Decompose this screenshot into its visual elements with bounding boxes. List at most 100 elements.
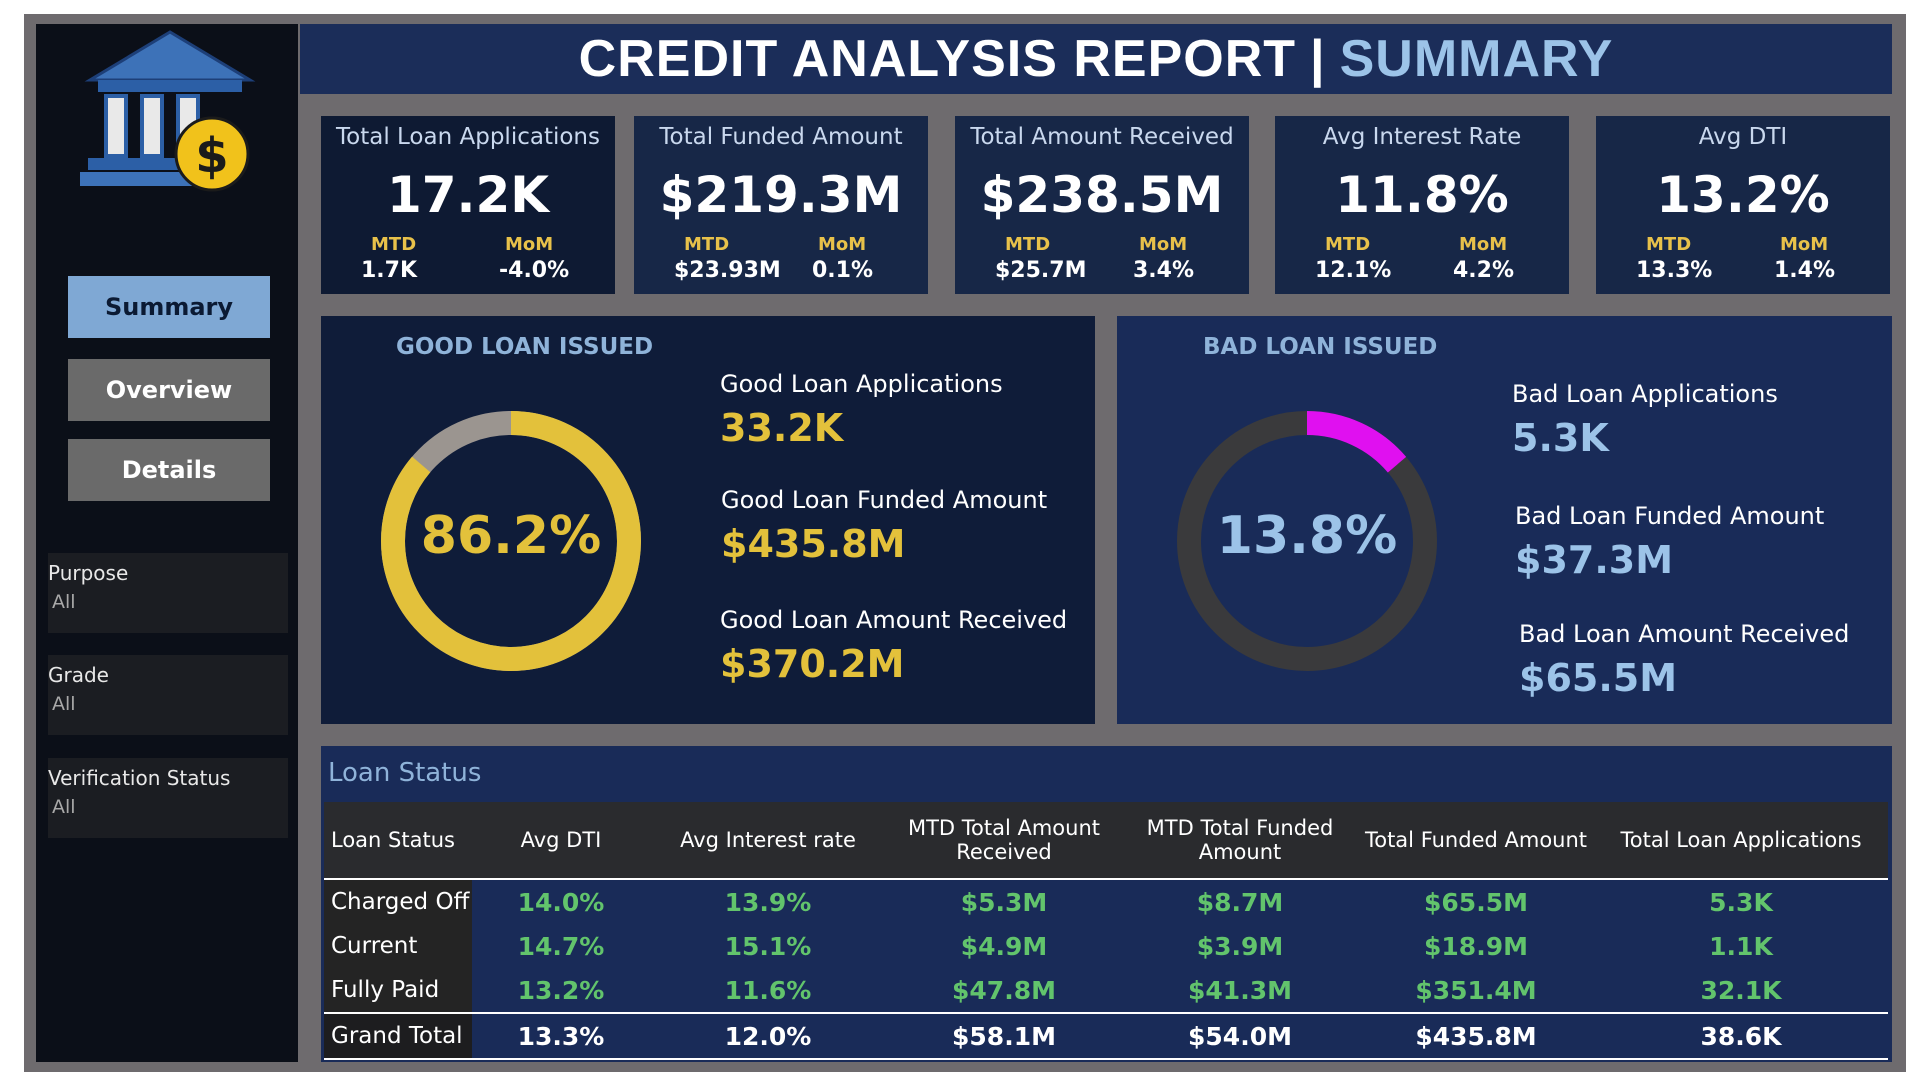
kpi-value: 11.8%	[1335, 166, 1509, 224]
table-row: Current 14.7% 15.1% $4.9M $3.9M $18.9M 1…	[324, 924, 1888, 968]
kpi-mtd-label: MTD	[1325, 234, 1371, 255]
bank-dollar-icon: $	[80, 30, 256, 192]
row-label: Charged Off	[324, 879, 472, 924]
table-cell: $18.9M	[1424, 931, 1528, 961]
column-header[interactable]: Total Loan Applications	[1594, 802, 1888, 880]
bad-applications-value: 5.3K	[1512, 416, 1609, 460]
bad-loan-panel: BAD LOAN ISSUED 13.8% Bad Loan Applicati…	[1117, 316, 1892, 724]
title-separator: |	[1310, 30, 1326, 88]
table-cell: $8.7M	[1196, 887, 1284, 917]
filter-verification-label: Verification Status	[48, 766, 231, 790]
filter-grade-label: Grade	[48, 663, 109, 687]
nav-details-button[interactable]: Details	[68, 439, 270, 501]
filter-grade[interactable]: Grade All	[48, 655, 288, 735]
table-header-row: Loan Status Avg DTI Avg Interest rate MT…	[324, 802, 1888, 880]
kpi-title: Avg DTI	[1698, 124, 1788, 150]
kpi-mtd-value: $25.7M	[995, 258, 1087, 283]
kpi-mtd-value: 12.1%	[1315, 258, 1392, 283]
table-cell: 13.3%	[472, 1012, 650, 1060]
table-cell: $4.9M	[960, 931, 1048, 961]
table-cell: 13.9%	[724, 887, 812, 917]
kpi-mom-label: MoM	[1459, 234, 1508, 255]
table-row: Charged Off 14.0% 13.9% $5.3M $8.7M $65.…	[324, 879, 1888, 924]
table-cell: 32.1K	[1700, 975, 1782, 1005]
good-received-value: $370.2M	[720, 642, 905, 686]
filter-grade-value[interactable]: All	[52, 693, 288, 715]
kpi-title: Total Amount Received	[970, 124, 1234, 150]
kpi-value: $238.5M	[980, 166, 1224, 224]
table-cell: $54.0M	[1122, 1012, 1358, 1060]
filter-verification-value[interactable]: All	[52, 796, 288, 818]
table-cell: 1.1K	[1709, 931, 1773, 961]
bad-funded-value: $37.3M	[1515, 538, 1674, 582]
nav-overview-button[interactable]: Overview	[68, 359, 270, 421]
table-cell: 14.7%	[517, 931, 605, 961]
kpi-mtd-value: 13.3%	[1636, 258, 1713, 283]
bad-received-label: Bad Loan Amount Received	[1519, 620, 1850, 648]
table-row: Fully Paid 13.2% 11.6% $47.8M $41.3M $35…	[324, 968, 1888, 1013]
table-cell: 11.6%	[724, 975, 812, 1005]
kpi-value: $219.3M	[659, 166, 903, 224]
kpi-title: Total Loan Applications	[336, 124, 600, 150]
table-cell: $435.8M	[1358, 1012, 1594, 1060]
bad-loan-percent: 13.8%	[1216, 506, 1398, 566]
good-funded-label: Good Loan Funded Amount	[721, 486, 1048, 514]
kpi-value: 13.2%	[1656, 166, 1830, 224]
kpi-avg-dti: Avg DTI 13.2% MTD MoM 13.3% 1.4%	[1596, 116, 1890, 294]
good-applications-value: 33.2K	[720, 406, 844, 450]
kpi-total-loan-applications: Total Loan Applications 17.2K MTD MoM 1.…	[321, 116, 615, 294]
kpi-mtd-value: 1.7K	[361, 258, 418, 283]
kpi-total-amount-received: Total Amount Received $238.5M MTD MoM $2…	[955, 116, 1249, 294]
kpi-mom-label: MoM	[1139, 234, 1188, 255]
column-header[interactable]: Total Funded Amount	[1358, 802, 1594, 880]
column-header[interactable]: Avg Interest rate	[650, 802, 886, 880]
kpi-mom-value: 0.1%	[812, 258, 874, 283]
column-header[interactable]: Avg DTI	[472, 802, 650, 880]
column-header[interactable]: Loan Status	[324, 802, 472, 880]
kpi-mom-value: -4.0%	[499, 258, 570, 283]
kpi-mtd-value: $23.93M	[674, 258, 781, 283]
row-label: Grand Total	[324, 1012, 472, 1060]
filter-purpose[interactable]: Purpose All	[48, 553, 288, 633]
filter-purpose-label: Purpose	[48, 561, 129, 585]
kpi-mtd-label: MTD	[1646, 234, 1692, 255]
table-cell: 13.2%	[517, 975, 605, 1005]
table-cell: $3.9M	[1196, 931, 1284, 961]
kpi-mtd-label: MTD	[371, 234, 417, 255]
table-cell: $351.4M	[1415, 975, 1537, 1005]
bad-funded-label: Bad Loan Funded Amount	[1515, 502, 1825, 530]
good-loan-percent: 86.2%	[420, 506, 602, 566]
good-loan-title: GOOD LOAN ISSUED	[396, 334, 654, 360]
kpi-title: Total Funded Amount	[659, 124, 903, 150]
loan-status-table: Loan Status Avg DTI Avg Interest rate MT…	[324, 802, 1888, 1060]
kpi-avg-interest-rate: Avg Interest Rate 11.8% MTD MoM 12.1% 4.…	[1275, 116, 1569, 294]
kpi-value: 17.2K	[386, 166, 550, 224]
page-title: CREDIT ANALYSIS REPORT | SUMMARY	[300, 24, 1892, 94]
kpi-mom-label: MoM	[1780, 234, 1829, 255]
column-header[interactable]: MTD Total Funded Amount	[1122, 802, 1358, 880]
column-header[interactable]: MTD Total Amount Received	[886, 802, 1122, 880]
table-cell: 5.3K	[1709, 887, 1773, 917]
row-label: Fully Paid	[324, 968, 472, 1013]
table-cell: $47.8M	[952, 975, 1056, 1005]
kpi-title: Avg Interest Rate	[1322, 124, 1522, 150]
table-total-row: Grand Total 13.3% 12.0% $58.1M $54.0M $4…	[324, 1012, 1888, 1060]
filter-purpose-value[interactable]: All	[52, 591, 288, 613]
good-received-label: Good Loan Amount Received	[720, 606, 1068, 634]
bad-loan-title: BAD LOAN ISSUED	[1203, 334, 1438, 360]
bad-received-value: $65.5M	[1519, 656, 1678, 700]
table-cell: 14.0%	[517, 887, 605, 917]
loan-status-panel: Loan Status Loan Status Avg DTI Avg Inte…	[321, 746, 1892, 1062]
table-cell: 38.6K	[1594, 1012, 1888, 1060]
good-funded-value: $435.8M	[721, 522, 906, 566]
table-cell: $58.1M	[886, 1012, 1122, 1060]
kpi-mom-value: 1.4%	[1774, 258, 1836, 283]
nav-summary-button[interactable]: Summary	[68, 276, 270, 338]
table-cell: 15.1%	[724, 931, 812, 961]
filter-verification-status[interactable]: Verification Status All	[48, 758, 288, 838]
kpi-mtd-label: MTD	[1005, 234, 1051, 255]
table-cell: $5.3M	[960, 887, 1048, 917]
table-cell: $65.5M	[1424, 887, 1528, 917]
good-loan-panel: GOOD LOAN ISSUED 86.2% Good Loan Applica…	[321, 316, 1095, 724]
row-label: Current	[324, 924, 472, 968]
